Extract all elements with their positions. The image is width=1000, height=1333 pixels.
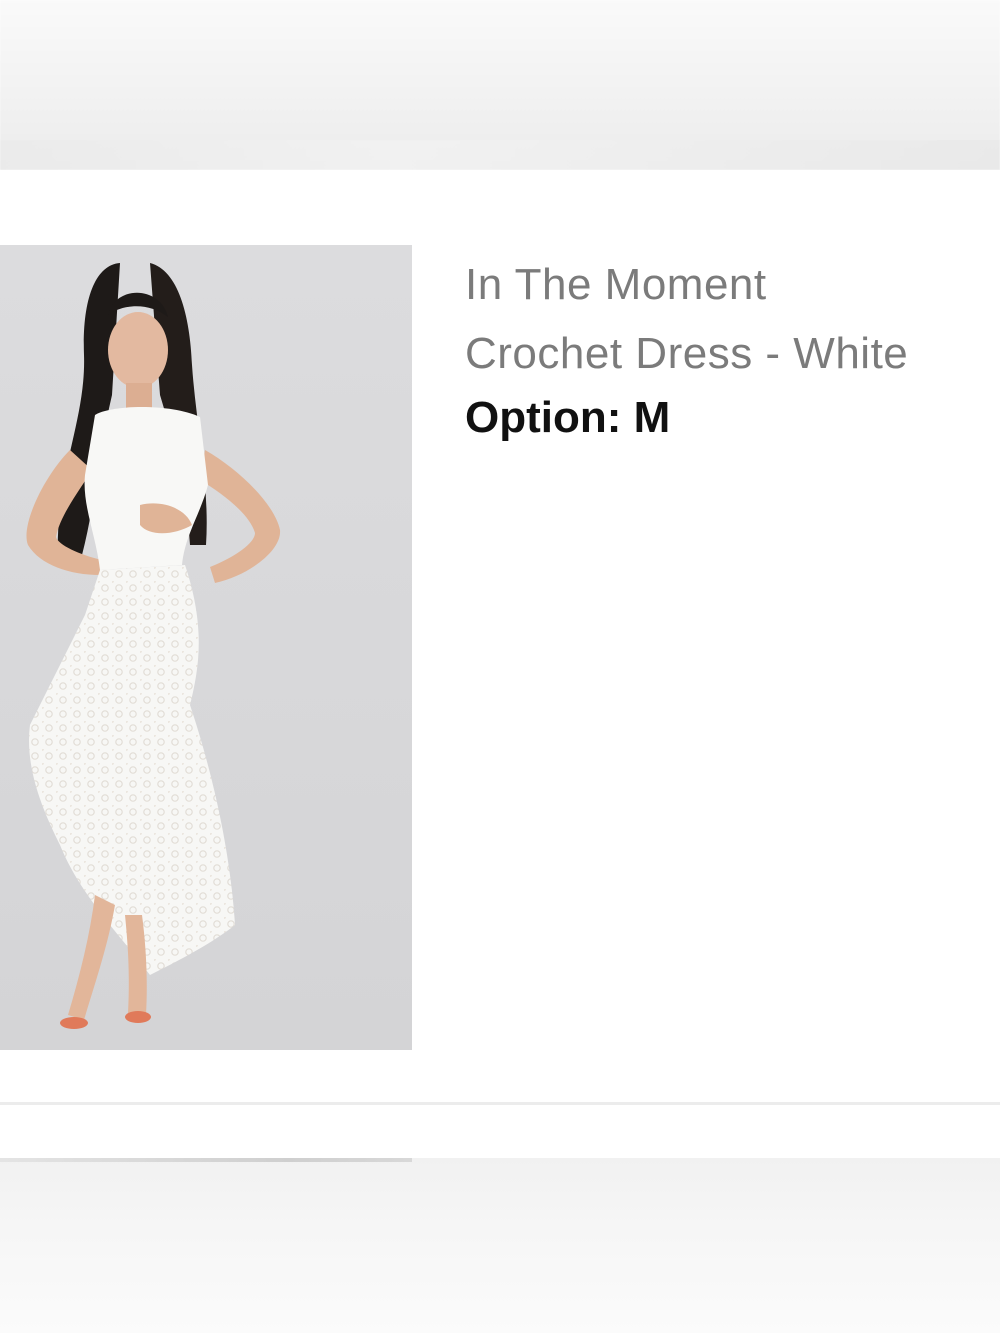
product-name-line1[interactable]: In The Moment [465, 250, 995, 319]
product-info: In The Moment Crochet Dress - White Opti… [465, 250, 995, 448]
blurred-previous-item [0, 0, 1000, 170]
product-option: Option: M [465, 393, 671, 442]
order-item-card[interactable]: In The Moment Crochet Dress - White Opti… [0, 170, 1000, 1105]
product-image[interactable] [0, 245, 412, 1050]
product-name-line2[interactable]: Crochet Dress - White [465, 319, 995, 388]
model-photo [0, 245, 412, 1050]
page: In The Moment Crochet Dress - White Opti… [0, 0, 1000, 1333]
blurred-next-item [0, 1158, 1000, 1333]
divider [0, 1102, 1000, 1105]
next-item-image-edge [0, 1158, 412, 1162]
